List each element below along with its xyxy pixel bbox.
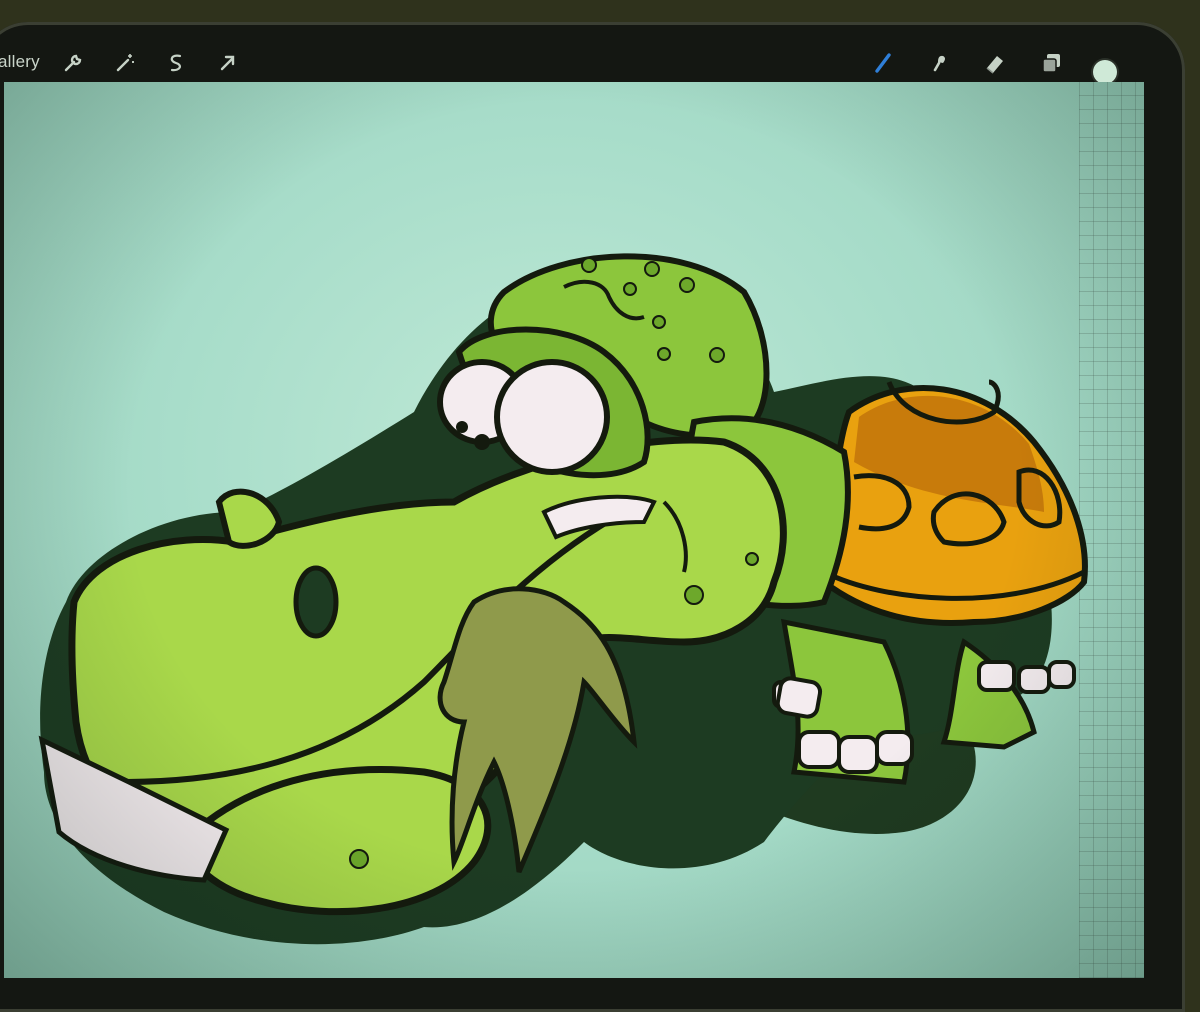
color-picker-swatch[interactable] — [1093, 60, 1117, 84]
smudge-icon[interactable] — [926, 50, 952, 76]
gallery-button[interactable]: allery — [0, 52, 40, 72]
transform-arrow-icon[interactable] — [215, 50, 241, 76]
wrench-icon[interactable] — [60, 50, 86, 76]
nostril — [293, 565, 339, 639]
magic-wand-icon[interactable] — [112, 50, 138, 76]
eraser-icon[interactable] — [982, 50, 1008, 76]
drawing-canvas[interactable] — [4, 82, 1144, 978]
brush-icon[interactable] — [870, 50, 896, 76]
selection-icon[interactable] — [163, 50, 189, 76]
right-pupil — [474, 434, 490, 450]
top-toolbar: allery — [0, 44, 1125, 84]
turtle-illustration — [38, 253, 1088, 945]
layers-icon[interactable] — [1038, 50, 1064, 76]
left-pupil — [456, 421, 468, 433]
right-eye — [494, 359, 610, 475]
